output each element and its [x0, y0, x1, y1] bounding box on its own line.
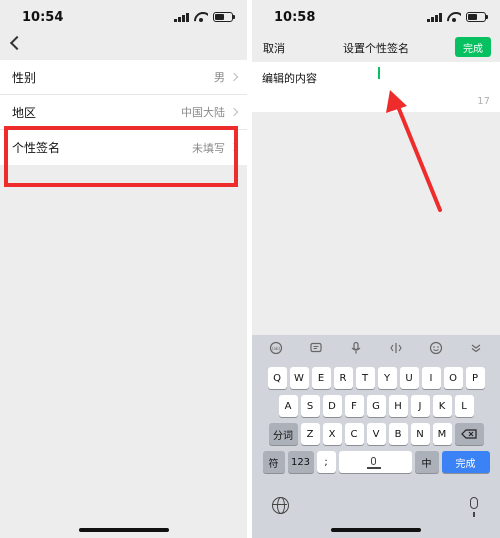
- wifi-icon: [447, 12, 461, 22]
- key-i[interactable]: I: [421, 367, 441, 389]
- key-k[interactable]: K: [432, 395, 452, 417]
- key-y[interactable]: Y: [377, 367, 397, 389]
- key-t[interactable]: T: [355, 367, 375, 389]
- emoji-icon[interactable]: (ab): [266, 338, 286, 358]
- key-row-2: ASDFGHJKL: [255, 395, 497, 417]
- row-gender[interactable]: 性别 男: [0, 60, 247, 95]
- row-signature[interactable]: 个性签名 未填写: [0, 130, 247, 165]
- wifi-icon: [194, 12, 208, 22]
- row-label: 性别: [12, 70, 37, 85]
- keyboard: (ab) QWERTYUIOP ASDFGHJKL 分词 ZXCVB N M 符…: [252, 335, 500, 538]
- signal-icon: [427, 12, 442, 22]
- key-q[interactable]: Q: [267, 367, 287, 389]
- key-z[interactable]: Z: [300, 423, 320, 445]
- key-l[interactable]: L: [454, 395, 474, 417]
- cancel-button[interactable]: 取消: [263, 40, 285, 56]
- mic-mini-icon: [370, 457, 376, 465]
- key-e[interactable]: E: [311, 367, 331, 389]
- key-123[interactable]: 123: [287, 451, 314, 473]
- key-u[interactable]: U: [399, 367, 419, 389]
- key-row-3: 分词 ZXCVBNM: [255, 423, 497, 445]
- text-cursor: [378, 67, 380, 79]
- key-c[interactable]: C: [344, 423, 364, 445]
- chevron-right-icon: [229, 142, 239, 152]
- signature-input[interactable]: 编辑的内容 17: [252, 62, 500, 112]
- key-symbol[interactable]: 符: [262, 451, 285, 473]
- cursor-move-icon[interactable]: [386, 338, 406, 358]
- row-value: 中国大陆: [181, 106, 225, 119]
- home-indicator: [331, 528, 421, 532]
- key-r[interactable]: R: [333, 367, 353, 389]
- status-icons: [427, 12, 488, 22]
- char-count: 17: [477, 96, 490, 107]
- key-f[interactable]: F: [344, 395, 364, 417]
- key-w[interactable]: W: [289, 367, 309, 389]
- profile-screen: 10:54 性别 男 地区 中国大陆 个性签名 未填写: [0, 0, 247, 538]
- message-icon[interactable]: [306, 338, 326, 358]
- row-value: 未填写: [192, 141, 225, 155]
- status-time: 10:58: [274, 10, 316, 25]
- key-s[interactable]: S: [300, 395, 320, 417]
- signature-text: 编辑的内容: [262, 72, 317, 85]
- key-enter[interactable]: 完成: [441, 451, 490, 473]
- status-bar: 10:54: [0, 0, 247, 34]
- key-a[interactable]: A: [278, 395, 298, 417]
- key-chinese[interactable]: 中: [414, 451, 439, 473]
- key-d[interactable]: D: [322, 395, 342, 417]
- profile-list: 性别 男 地区 中国大陆 个性签名 未填写: [0, 60, 247, 165]
- svg-text:(ab): (ab): [272, 346, 281, 351]
- status-time: 10:54: [22, 10, 64, 25]
- key-x[interactable]: X: [322, 423, 342, 445]
- key-fenci[interactable]: 分词: [268, 423, 298, 445]
- key-b[interactable]: B: [388, 423, 408, 445]
- key-punctuation[interactable]: ;: [316, 451, 336, 473]
- home-indicator: [79, 528, 169, 532]
- row-label: 地区: [12, 105, 37, 120]
- key-j[interactable]: J: [410, 395, 430, 417]
- key-p[interactable]: P: [465, 367, 485, 389]
- key-g[interactable]: G: [366, 395, 386, 417]
- done-button[interactable]: 完成: [455, 37, 491, 57]
- keyboard-bottom: [252, 495, 500, 519]
- battery-icon: [466, 12, 488, 22]
- key-v[interactable]: V: [366, 423, 386, 445]
- key-n[interactable]: N: [410, 423, 430, 445]
- row-value: 男: [214, 71, 225, 84]
- chevron-right-icon: [229, 107, 239, 117]
- key-m[interactable]: M: [432, 423, 452, 445]
- battery-icon: [213, 12, 235, 22]
- top-bar: 设置个性签名 取消 完成: [252, 34, 500, 62]
- key-o[interactable]: O: [443, 367, 463, 389]
- key-row-4: 符 123 ; 中 完成: [255, 451, 497, 473]
- status-bar: 10:58: [252, 0, 500, 34]
- signature-edit-screen: 10:58 设置个性签名 取消 完成 编辑的内容 17 (ab) Q W E R…: [252, 0, 500, 538]
- key-space[interactable]: [338, 451, 412, 473]
- row-region[interactable]: 地区 中国大陆: [0, 95, 247, 130]
- mic-base: [366, 467, 381, 469]
- nav-bar: [0, 34, 247, 60]
- key-row-1: QWERTYUIOP: [255, 367, 497, 389]
- smiley-icon[interactable]: [426, 338, 446, 358]
- status-icons: [174, 12, 235, 22]
- signal-icon: [174, 12, 189, 22]
- globe-icon[interactable]: [272, 497, 289, 514]
- microphone-icon[interactable]: [346, 338, 366, 358]
- key-backspace[interactable]: [454, 423, 484, 445]
- back-icon[interactable]: [9, 35, 25, 51]
- keyboard-toolbar: (ab): [252, 335, 500, 361]
- voice-input-icon[interactable]: [470, 497, 478, 517]
- keyboard-keys: QWERTYUIOP ASDFGHJKL 分词 ZXCVBNM 符 123 ; …: [252, 367, 500, 473]
- chevron-right-icon: [229, 72, 239, 82]
- key-h[interactable]: H: [388, 395, 408, 417]
- backspace-icon: [461, 429, 477, 439]
- row-label: 个性签名: [12, 141, 61, 155]
- collapse-keyboard-icon[interactable]: [466, 338, 486, 358]
